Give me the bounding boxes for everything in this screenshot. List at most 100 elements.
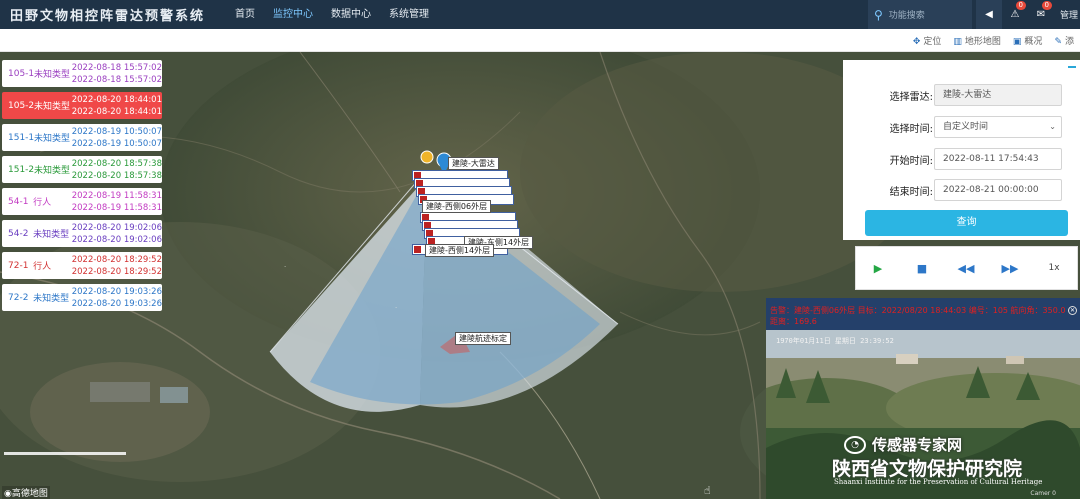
query-panel: 选择雷达: 建陵-大雷达 选择时间: 自定义时间 ⌄ 开始时间: 2022-08… <box>843 60 1080 240</box>
track-item[interactable]: 105-2 未知类型 2022-08-20 18:44:01 2022-08-20… <box>2 92 162 119</box>
comment-icon: ✉ <box>1036 9 1046 20</box>
track-item[interactable]: 54-1 行人 2022-08-19 11:58:31 2022-08-19 11… <box>2 188 162 215</box>
edit-button[interactable]: ✎ 添 <box>1048 34 1080 47</box>
track-time-end: 2022-08-20 19:03:26 <box>71 298 162 309</box>
track-item[interactable]: 54-2 未知类型 2022-08-20 19:02:06 2022-08-20 … <box>2 220 162 247</box>
track-id: 151-2 <box>8 164 35 175</box>
locate-label: 定位 <box>923 36 942 47</box>
message-button[interactable]: ✉ 0 <box>1028 0 1054 29</box>
camera-label: Camer 0 <box>1030 490 1056 497</box>
wechat-icon: ◔ <box>844 435 866 454</box>
track-times: 2022-08-19 10:50:07 2022-08-19 10:50:07 <box>72 126 162 150</box>
map-place-label: · <box>284 263 287 271</box>
track-item[interactable]: 72-1 行人 2022-08-20 18:29:52 2022-08-20 18… <box>2 252 162 279</box>
track-item[interactable]: 151-1 未知类型 2022-08-19 10:50:07 2022-08-19… <box>2 124 162 151</box>
locate-button[interactable]: ✥ 定位 <box>907 34 948 47</box>
radar-select-row: 选择雷达: <box>843 84 933 106</box>
zone-label-west06[interactable]: 建陵-西侧06外层 <box>422 200 492 213</box>
track-item[interactable]: 72-2 未知类型 2022-08-20 19:03:26 2022-08-20 … <box>2 284 162 311</box>
org-name-cn: 陕西省文物保护研究院 <box>832 458 1023 480</box>
close-icon[interactable]: ✕ <box>1068 306 1077 315</box>
image-icon: ▣ <box>1012 36 1022 47</box>
message-badge: 0 <box>1041 1 1052 10</box>
play-button[interactable]: ▶ <box>856 246 900 290</box>
map-toolbar: ✥ 定位 ▥ 地形地图 ▣ 概况 ✎ 添 <box>0 29 1080 52</box>
track-times: 2022-08-20 18:57:38 2022-08-20 18:57:38 <box>72 158 162 182</box>
search-placeholder: 功能搜索 <box>888 11 925 21</box>
track-type: 行人 <box>33 262 52 272</box>
track-times: 2022-08-19 11:58:31 2022-08-19 11:58:31 <box>72 190 162 214</box>
time-range-value: 自定义时间 <box>943 122 989 132</box>
top-navbar: 田野文物相控阵雷达预警系统 首页 监控中心 数据中心 系统管理 ⚲ 功能搜索 ◀… <box>0 0 1080 29</box>
minimize-icon[interactable] <box>1068 66 1076 68</box>
collapse-button[interactable]: ◀ <box>975 0 1002 29</box>
radar-select-label: 选择雷达: <box>889 91 933 103</box>
app-title: 田野文物相控阵雷达预警系统 <box>10 9 206 24</box>
track-times: 2022-08-20 19:02:06 2022-08-20 19:02:06 <box>72 222 162 246</box>
map-scale-bar <box>4 452 126 455</box>
nav-home[interactable]: 首页 <box>226 0 264 29</box>
time-range-select[interactable]: 自定义时间 ⌄ <box>934 116 1062 138</box>
track-item[interactable]: 105-1 未知类型 2022-08-18 15:57:02 2022-08-18… <box>2 60 162 87</box>
start-time-row: 开始时间: <box>843 148 933 170</box>
track-type: 未知类型 <box>34 166 71 176</box>
track-time-start: 2022-08-19 11:58:31 <box>71 190 162 201</box>
track-times: 2022-08-18 15:57:02 2022-08-18 15:57:02 <box>72 62 162 86</box>
track-list: 105-1 未知类型 2022-08-18 15:57:02 2022-08-18… <box>2 60 162 316</box>
terrain-label: 地形地图 <box>964 36 1001 47</box>
track-type: 未知类型 <box>33 294 70 304</box>
nav-monitor[interactable]: 监控中心 <box>264 0 322 29</box>
watermark: ◔ 传感器专家网 <box>844 434 962 455</box>
terrain-map-button[interactable]: ▥ 地形地图 <box>947 34 1007 47</box>
camera-video[interactable]: 告警：建陵-西侧06外层 目标：2022/08/20 18:44:03 编号：1… <box>766 298 1080 499</box>
chevron-down-icon: ⌄ <box>1049 122 1056 131</box>
calibration-label[interactable]: 建陵航迹标定 <box>455 332 511 345</box>
nav-system[interactable]: 系统管理 <box>380 0 438 29</box>
alarm-badge: 0 <box>1015 1 1026 10</box>
end-time-row: 结束时间: <box>843 179 933 201</box>
radar-select-field[interactable]: 建陵-大雷达 <box>934 84 1062 106</box>
rewind-button[interactable]: ◀◀ <box>944 246 988 290</box>
track-time-end: 2022-08-20 19:02:06 <box>71 234 162 245</box>
zone-label-west14[interactable]: 建陵-西侧14外层 <box>425 244 495 257</box>
edit-label: 添 <box>1064 36 1074 47</box>
play-icon: ▶ <box>873 261 883 275</box>
fast-forward-button[interactable]: ▶▶ <box>988 246 1032 290</box>
start-time-label: 开始时间: <box>889 155 933 167</box>
time-select-row: 选择时间: <box>843 116 933 138</box>
track-id: 151-1 <box>8 132 35 143</box>
track-time-start: 2022-08-20 18:29:52 <box>71 254 162 265</box>
search-icon: ⚲ <box>873 7 883 22</box>
nav-data[interactable]: 数据中心 <box>322 0 380 29</box>
track-type: 未知类型 <box>34 134 71 144</box>
playback-speed[interactable]: 1x <box>1032 246 1076 290</box>
track-time-end: 2022-08-18 15:57:02 <box>71 74 162 85</box>
track-time-start: 2022-08-20 19:02:06 <box>71 222 162 233</box>
stop-button[interactable]: ■ <box>900 246 944 290</box>
map-icon: ▥ <box>953 36 962 47</box>
start-time-input[interactable]: 2022-08-11 17:54:43 <box>934 148 1062 170</box>
overview-button[interactable]: ▣ 概况 <box>1007 34 1049 47</box>
admin-menu[interactable]: 管理 <box>1054 8 1080 21</box>
track-type: 未知类型 <box>34 102 71 112</box>
track-type: 未知类型 <box>34 70 71 80</box>
track-item[interactable]: 151-2 未知类型 2022-08-20 18:57:38 2022-08-20… <box>2 156 162 183</box>
track-time-start: 2022-08-18 15:57:02 <box>71 62 162 73</box>
track-times: 2022-08-20 18:29:52 2022-08-20 18:29:52 <box>72 254 162 278</box>
map-place-label: · <box>395 304 398 312</box>
alarm-button[interactable]: ⚠ 0 <box>1002 0 1028 29</box>
mouse-cursor-icon: ☝ <box>704 484 711 497</box>
end-time-input[interactable]: 2022-08-21 00:00:00 <box>934 179 1062 201</box>
track-time-start: 2022-08-20 18:57:38 <box>71 158 162 169</box>
track-time-end: 2022-08-19 10:50:07 <box>71 138 162 149</box>
main-nav: 首页 监控中心 数据中心 系统管理 <box>226 0 438 29</box>
query-button[interactable]: 查询 <box>865 210 1068 236</box>
search-input[interactable]: ⚲ 功能搜索 <box>867 0 972 29</box>
track-id: 72-2 <box>8 292 29 303</box>
stop-icon: ■ <box>916 261 928 275</box>
track-time-end: 2022-08-20 18:57:38 <box>71 170 162 181</box>
track-id: 54-1 <box>8 196 29 207</box>
track-time-end: 2022-08-20 18:44:01 <box>71 106 162 117</box>
caret-left-icon: ◀ <box>985 9 993 20</box>
amap-logo-icon: ◉ <box>4 489 12 499</box>
